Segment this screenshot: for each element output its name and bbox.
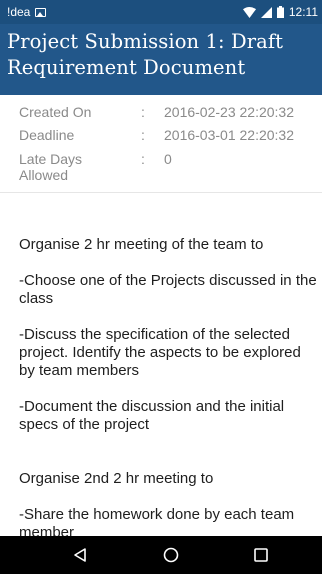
meta-value: 0 — [164, 151, 172, 167]
recents-icon — [254, 548, 268, 562]
signal-icon — [260, 6, 272, 18]
recents-button[interactable] — [231, 536, 291, 574]
description-paragraph: -Document the discussion and the initial… — [19, 398, 285, 433]
meta-label: Created On — [19, 104, 92, 120]
meta-value: 2016-02-23 22:20:32 — [164, 104, 294, 120]
home-icon — [163, 547, 179, 563]
assignment-description: Organise 2 hr meeting of the team to -Ch… — [0, 193, 322, 536]
back-button[interactable] — [50, 536, 110, 574]
assignment-meta: Created On : 2016-02-23 22:20:32 Deadlin… — [0, 97, 322, 193]
meta-colon: : — [141, 151, 145, 167]
meta-label: Late Days Allowed — [19, 151, 83, 183]
page-title: Project Submission 1: Draft Requirement … — [7, 30, 284, 79]
description-paragraph: Organise 2nd 2 hr meeting to — [19, 470, 214, 487]
meta-colon: : — [141, 104, 145, 120]
status-time: 12:11 — [288, 5, 318, 19]
meta-colon: : — [141, 127, 145, 143]
battery-icon — [276, 6, 284, 18]
meta-value: 2016-03-01 22:20:32 — [164, 127, 294, 143]
status-bar: !dea 12:11 — [0, 0, 322, 24]
description-paragraph: -Choose one of the Projects discussed in… — [19, 272, 317, 307]
system-nav-bar — [0, 536, 322, 574]
meta-label: Deadline — [19, 127, 75, 143]
back-icon — [74, 548, 86, 562]
app-header: Project Submission 1: Draft Requirement … — [0, 24, 322, 95]
status-app-name: !dea — [7, 5, 31, 19]
description-paragraph: -Discuss the specification of the select… — [19, 326, 301, 379]
description-paragraph: -Share the homework done by each team me… — [19, 506, 295, 536]
wifi-icon — [242, 6, 256, 18]
description-paragraph: Organise 2 hr meeting of the team to — [19, 236, 264, 253]
home-button[interactable] — [141, 536, 201, 574]
image-notification-icon — [35, 7, 47, 17]
